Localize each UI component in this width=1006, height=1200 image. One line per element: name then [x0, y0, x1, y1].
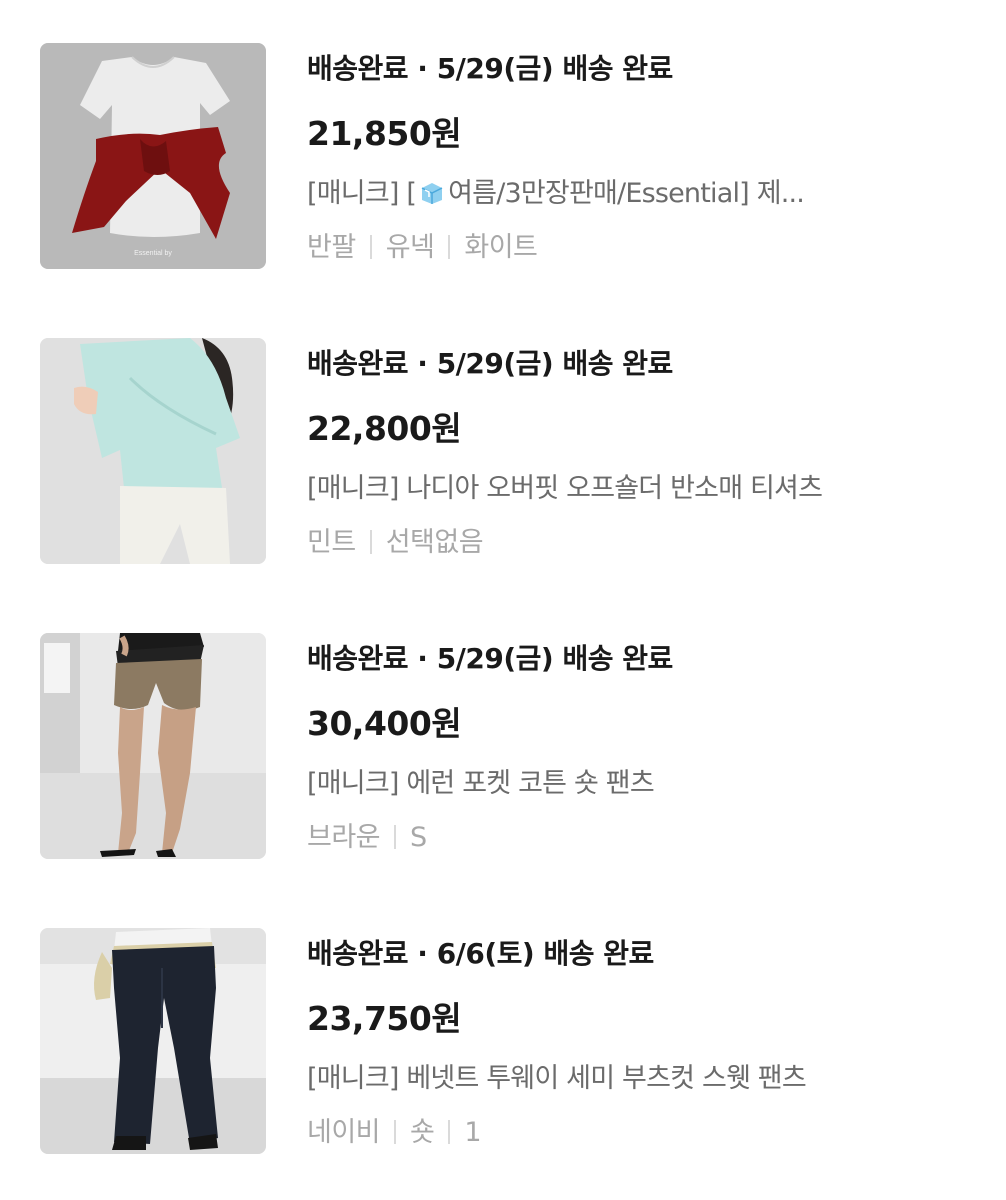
product-name[interactable]: [매니크] [ 여름/3만장판매/Essential] 제... [307, 171, 947, 210]
order-item[interactable]: 배송완료 · 6/6(토) 배송 완료 23,750원 [매니크] 베넷트 투웨… [40, 928, 970, 1154]
product-name-prefix: [매니크] [ [307, 178, 417, 209]
delivery-date: 5/29(금) 배송 완료 [436, 52, 674, 85]
product-name[interactable]: [매니크] 나디아 오버핏 오프숄더 반소매 티셔츠 [307, 466, 947, 505]
option-divider [369, 530, 372, 554]
order-item[interactable]: Essential by 배송완료 · 5/29(금) 배송 완료 21,850… [40, 43, 970, 269]
option-value: S [410, 822, 427, 853]
option-value: 반팔 [307, 232, 356, 263]
status-separator: · [408, 642, 437, 675]
product-thumbnail[interactable] [40, 928, 266, 1154]
product-image-shorts-brown [40, 633, 266, 859]
option-value: 유넥 [385, 232, 435, 263]
option-value: 민트 [307, 527, 356, 558]
product-thumbnail[interactable]: Essential by [40, 43, 266, 269]
status-separator: · [408, 52, 437, 85]
option-divider [394, 1120, 397, 1144]
product-options: 반팔 유넥 화이트 [307, 225, 538, 264]
delivery-date: 5/29(금) 배송 완료 [436, 642, 674, 675]
option-value: 선택없음 [385, 527, 484, 558]
order-info: 배송완료 · 5/29(금) 배송 완료 22,800원 [매니크] 나디아 오… [307, 338, 957, 564]
status-label: 배송완료 [307, 937, 409, 970]
status-separator: · [408, 347, 437, 380]
delivery-status: 배송완료 · 6/6(토) 배송 완료 [307, 932, 654, 972]
order-info: 배송완료 · 6/6(토) 배송 완료 23,750원 [매니크] 베넷트 투웨… [307, 928, 957, 1154]
product-thumbnail[interactable] [40, 338, 266, 564]
price: 23,750원 [307, 999, 462, 1038]
order-info: 배송완료 · 5/29(금) 배송 완료 21,850원 [매니크] [ 여름/3… [307, 43, 957, 269]
product-name-suffix: 여름/3만장판매/Essential] 제... [448, 178, 805, 209]
order-list: Essential by 배송완료 · 5/29(금) 배송 완료 21,850… [0, 0, 1006, 1200]
delivery-date: 5/29(금) 배송 완료 [436, 347, 674, 380]
option-value: 네이비 [307, 1117, 381, 1148]
product-name[interactable]: [매니크] 베넷트 투웨이 세미 부츠컷 스웻 팬츠 [307, 1056, 947, 1095]
price: 21,850원 [307, 114, 462, 153]
status-label: 배송완료 [307, 347, 409, 380]
option-divider [448, 1120, 451, 1144]
price: 22,800원 [307, 409, 462, 448]
delivery-status: 배송완료 · 5/29(금) 배송 완료 [307, 47, 673, 87]
order-info: 배송완료 · 5/29(금) 배송 완료 30,400원 [매니크] 에런 포켓… [307, 633, 957, 859]
status-separator: · [408, 937, 437, 970]
product-thumbnail[interactable] [40, 633, 266, 859]
order-item[interactable]: 배송완료 · 5/29(금) 배송 완료 30,400원 [매니크] 에런 포켓… [40, 633, 970, 859]
product-options: 브라운 S [307, 815, 427, 854]
product-image-tshirt-white: Essential by [40, 43, 266, 269]
status-label: 배송완료 [307, 642, 409, 675]
status-label: 배송완료 [307, 52, 409, 85]
product-options: 네이비 숏 1 [307, 1110, 482, 1149]
product-image-pants-navy [40, 928, 266, 1154]
option-value: 브라운 [307, 822, 381, 853]
ice-cube-icon [418, 180, 446, 206]
option-value: 화이트 [464, 232, 538, 263]
delivery-status: 배송완료 · 5/29(금) 배송 완료 [307, 342, 673, 382]
delivery-status: 배송완료 · 5/29(금) 배송 완료 [307, 637, 673, 677]
thumb-caption: Essential by [134, 250, 172, 257]
option-value: 숏 [410, 1117, 435, 1148]
option-value: 1 [464, 1117, 482, 1148]
product-image-tshirt-mint [40, 338, 266, 564]
price: 30,400원 [307, 704, 462, 743]
option-divider [394, 825, 397, 849]
product-options: 민트 선택없음 [307, 520, 484, 559]
order-item[interactable]: 배송완료 · 5/29(금) 배송 완료 22,800원 [매니크] 나디아 오… [40, 338, 970, 564]
option-divider [369, 235, 372, 259]
option-divider [448, 235, 451, 259]
product-name[interactable]: [매니크] 에런 포켓 코튼 숏 팬츠 [307, 761, 947, 800]
delivery-date: 6/6(토) 배송 완료 [436, 937, 655, 970]
